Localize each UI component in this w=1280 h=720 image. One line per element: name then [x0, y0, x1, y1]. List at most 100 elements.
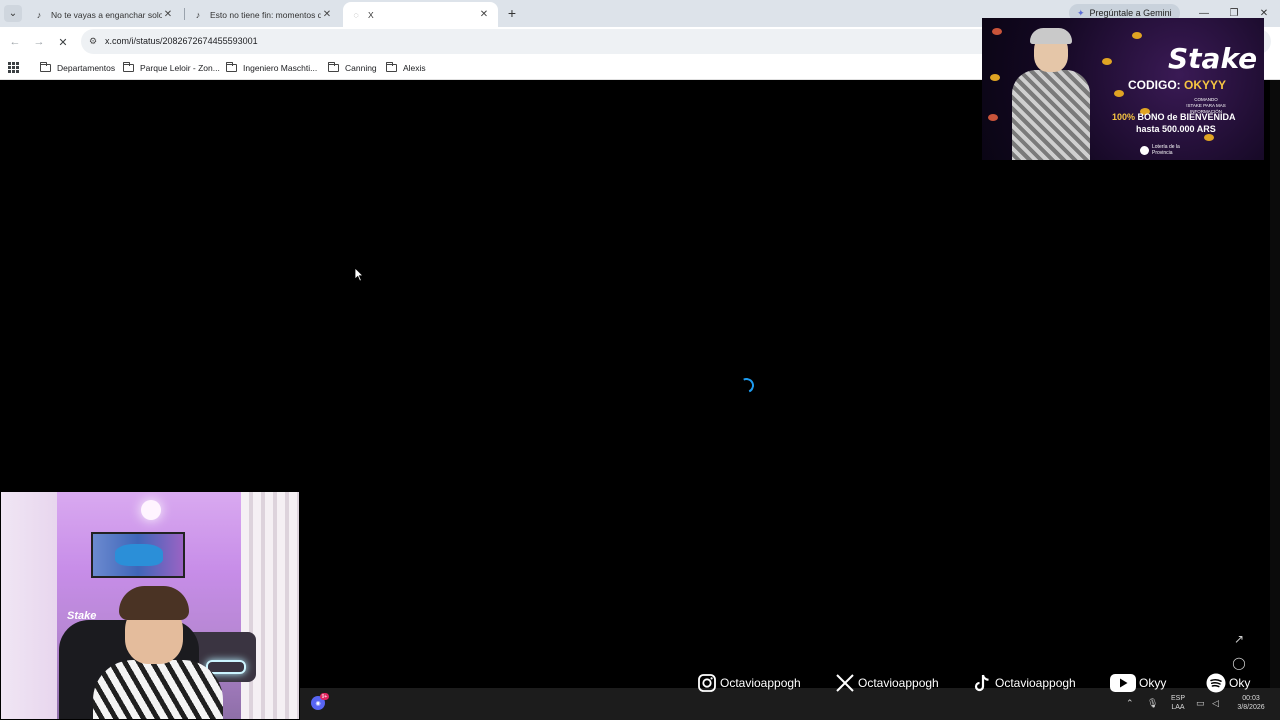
- folder-icon: [386, 62, 397, 72]
- bookmark-label: Departamentos: [57, 63, 116, 73]
- forward-button[interactable]: →: [30, 33, 48, 51]
- social-handle: Octavioappogh: [858, 676, 939, 690]
- loteria-logo: Lotería de la Provincia: [1140, 144, 1184, 156]
- folder-icon: [328, 62, 339, 72]
- tab-search-button[interactable]: ⌄: [4, 5, 22, 22]
- social-x: Octavioappogh: [835, 672, 939, 694]
- x-icon: [835, 673, 855, 693]
- ad-code-label: CODIGO:: [1128, 78, 1181, 92]
- youtube-icon: [1110, 673, 1136, 693]
- folder-icon: [40, 62, 51, 72]
- social-youtube: Okyy: [1110, 672, 1166, 694]
- ad-amount: hasta 500.000 ARS: [1136, 124, 1216, 134]
- social-handle: Oky: [1229, 676, 1251, 690]
- social-spotify: Oky: [1206, 672, 1250, 694]
- folder-icon: [123, 62, 134, 72]
- site-info-icon[interactable]: ⚙: [87, 35, 99, 47]
- close-icon: ✕: [58, 36, 68, 49]
- tab-2[interactable]: ♪ Esto no tiene fin: momentos di ✕: [185, 2, 341, 27]
- stake-logo: Stake: [1168, 42, 1258, 75]
- tab-3-active[interactable]: ◌ X ✕: [343, 2, 498, 27]
- spotify-icon: [1206, 673, 1226, 693]
- loteria-icon: [1140, 145, 1149, 155]
- webcam-overlay: Stake: [0, 491, 300, 720]
- stream-ad-banner: Stake CODIGO: OKYYY COMANDO !STAKE PARA …: [982, 18, 1264, 160]
- close-icon[interactable]: ✕: [321, 9, 333, 20]
- social-instagram: Octavioappogh: [697, 672, 801, 694]
- social-tiktok: Octavioappogh: [972, 672, 1076, 694]
- url-text[interactable]: x.com/i/status/2082672674455593001: [105, 36, 258, 46]
- social-handle: Octavioappogh: [720, 676, 801, 690]
- bookmark-folder[interactable]: Canning: [328, 61, 377, 75]
- notification-badge: 9+: [320, 693, 329, 700]
- coin-decoration: [992, 28, 1002, 35]
- coin-decoration: [1132, 32, 1142, 39]
- language-label: ESP: [1170, 695, 1185, 702]
- close-icon[interactable]: ✕: [478, 9, 490, 20]
- arrow-left-icon: ←: [9, 36, 21, 48]
- close-icon[interactable]: ✕: [162, 9, 174, 20]
- language-indicator[interactable]: ESP LAA: [1168, 694, 1188, 712]
- restore-icon: ❐: [1229, 7, 1239, 19]
- bookmark-label: Parque Leloir - Zon...: [140, 63, 220, 73]
- tiktok-icon: ♪: [195, 9, 201, 20]
- wall-painting: [91, 532, 185, 578]
- bookmark-folder[interactable]: Ingeniero Maschti...: [226, 61, 317, 75]
- minimize-icon: —: [1199, 7, 1209, 19]
- chevron-up-icon[interactable]: ⌃: [1126, 698, 1134, 709]
- back-button[interactable]: ←: [6, 33, 24, 51]
- clock-date: 3/8/2026: [1237, 704, 1265, 711]
- bookmark-label: Alexis: [403, 63, 426, 73]
- bookmark-label: Canning: [345, 63, 377, 73]
- loteria-label: Lotería de la Provincia: [1152, 144, 1180, 156]
- new-tab-button[interactable]: +: [504, 5, 520, 21]
- tab-title: X: [368, 9, 374, 20]
- close-icon: ✕: [1259, 7, 1269, 19]
- plus-icon: +: [507, 5, 517, 21]
- stop-loading-button[interactable]: ✕: [54, 33, 72, 51]
- tab-title: Esto no tiene fin: momentos di: [210, 9, 321, 20]
- tiktok-icon: [972, 673, 992, 693]
- ad-bonus-highlight: 100%: [1112, 112, 1136, 122]
- sparkle-icon: ✦: [1077, 7, 1085, 18]
- ad-code-value: OKYYY: [1184, 78, 1227, 92]
- ad-bonus-text: BONO de BIENVENIDA: [1137, 112, 1236, 122]
- share-icon: ↗: [1233, 632, 1245, 646]
- ad-bonus: 100% BONO de BIENVENIDA: [1112, 112, 1236, 122]
- social-handle: Okyy: [1139, 676, 1167, 690]
- mouse-cursor-icon: [354, 267, 364, 282]
- microphone-icon[interactable]: 🎙: [1147, 698, 1158, 709]
- chevron-down-icon: ⌄: [8, 8, 18, 19]
- clock-time: 00:03: [1242, 695, 1260, 702]
- coin-decoration: [988, 114, 998, 121]
- tiktok-icon: ♪: [36, 9, 42, 20]
- tab-title: No te vayas a enganchar solo f: [51, 9, 162, 20]
- coin-decoration: [1204, 134, 1214, 141]
- bookmark-folder[interactable]: Departamentos: [40, 61, 115, 75]
- volume-icon[interactable]: ◁: [1212, 698, 1219, 709]
- share-button[interactable]: ↗: [1222, 628, 1256, 650]
- coin-decoration: [1102, 58, 1112, 65]
- bookmark-label: Ingeniero Maschti...: [243, 63, 318, 73]
- bookmark-folder[interactable]: Parque Leloir - Zon...: [123, 61, 220, 75]
- apps-grid-icon[interactable]: [8, 62, 19, 73]
- ad-person-image: [1004, 26, 1096, 160]
- chat-bubble-icon: ◯: [1232, 656, 1246, 670]
- network-icon[interactable]: ▭: [1196, 698, 1205, 709]
- clock[interactable]: 00:03 3/8/2026: [1230, 694, 1272, 712]
- coin-decoration: [1114, 90, 1124, 97]
- scrollbar[interactable]: [1270, 80, 1280, 720]
- bookmark-folder[interactable]: Alexis: [386, 61, 426, 75]
- tab-1[interactable]: ♪ No te vayas a enganchar solo f ✕: [26, 2, 182, 27]
- folder-icon: [226, 62, 237, 72]
- chat-button[interactable]: ◯: [1222, 652, 1256, 674]
- social-handle: Octavioappogh: [995, 676, 1076, 690]
- chair-logo-text: Stake: [67, 610, 97, 622]
- instagram-icon: [697, 673, 717, 693]
- coin-decoration: [990, 74, 1000, 81]
- loading-icon: ◌: [353, 9, 359, 20]
- gemini-label: Pregúntale a Gemini: [1089, 8, 1172, 18]
- layout-label: LAA: [1171, 704, 1185, 711]
- arrow-right-icon: →: [33, 36, 45, 48]
- screen: ⌄ ♪ No te vayas a enganchar solo f ✕ ♪ E…: [0, 0, 1280, 720]
